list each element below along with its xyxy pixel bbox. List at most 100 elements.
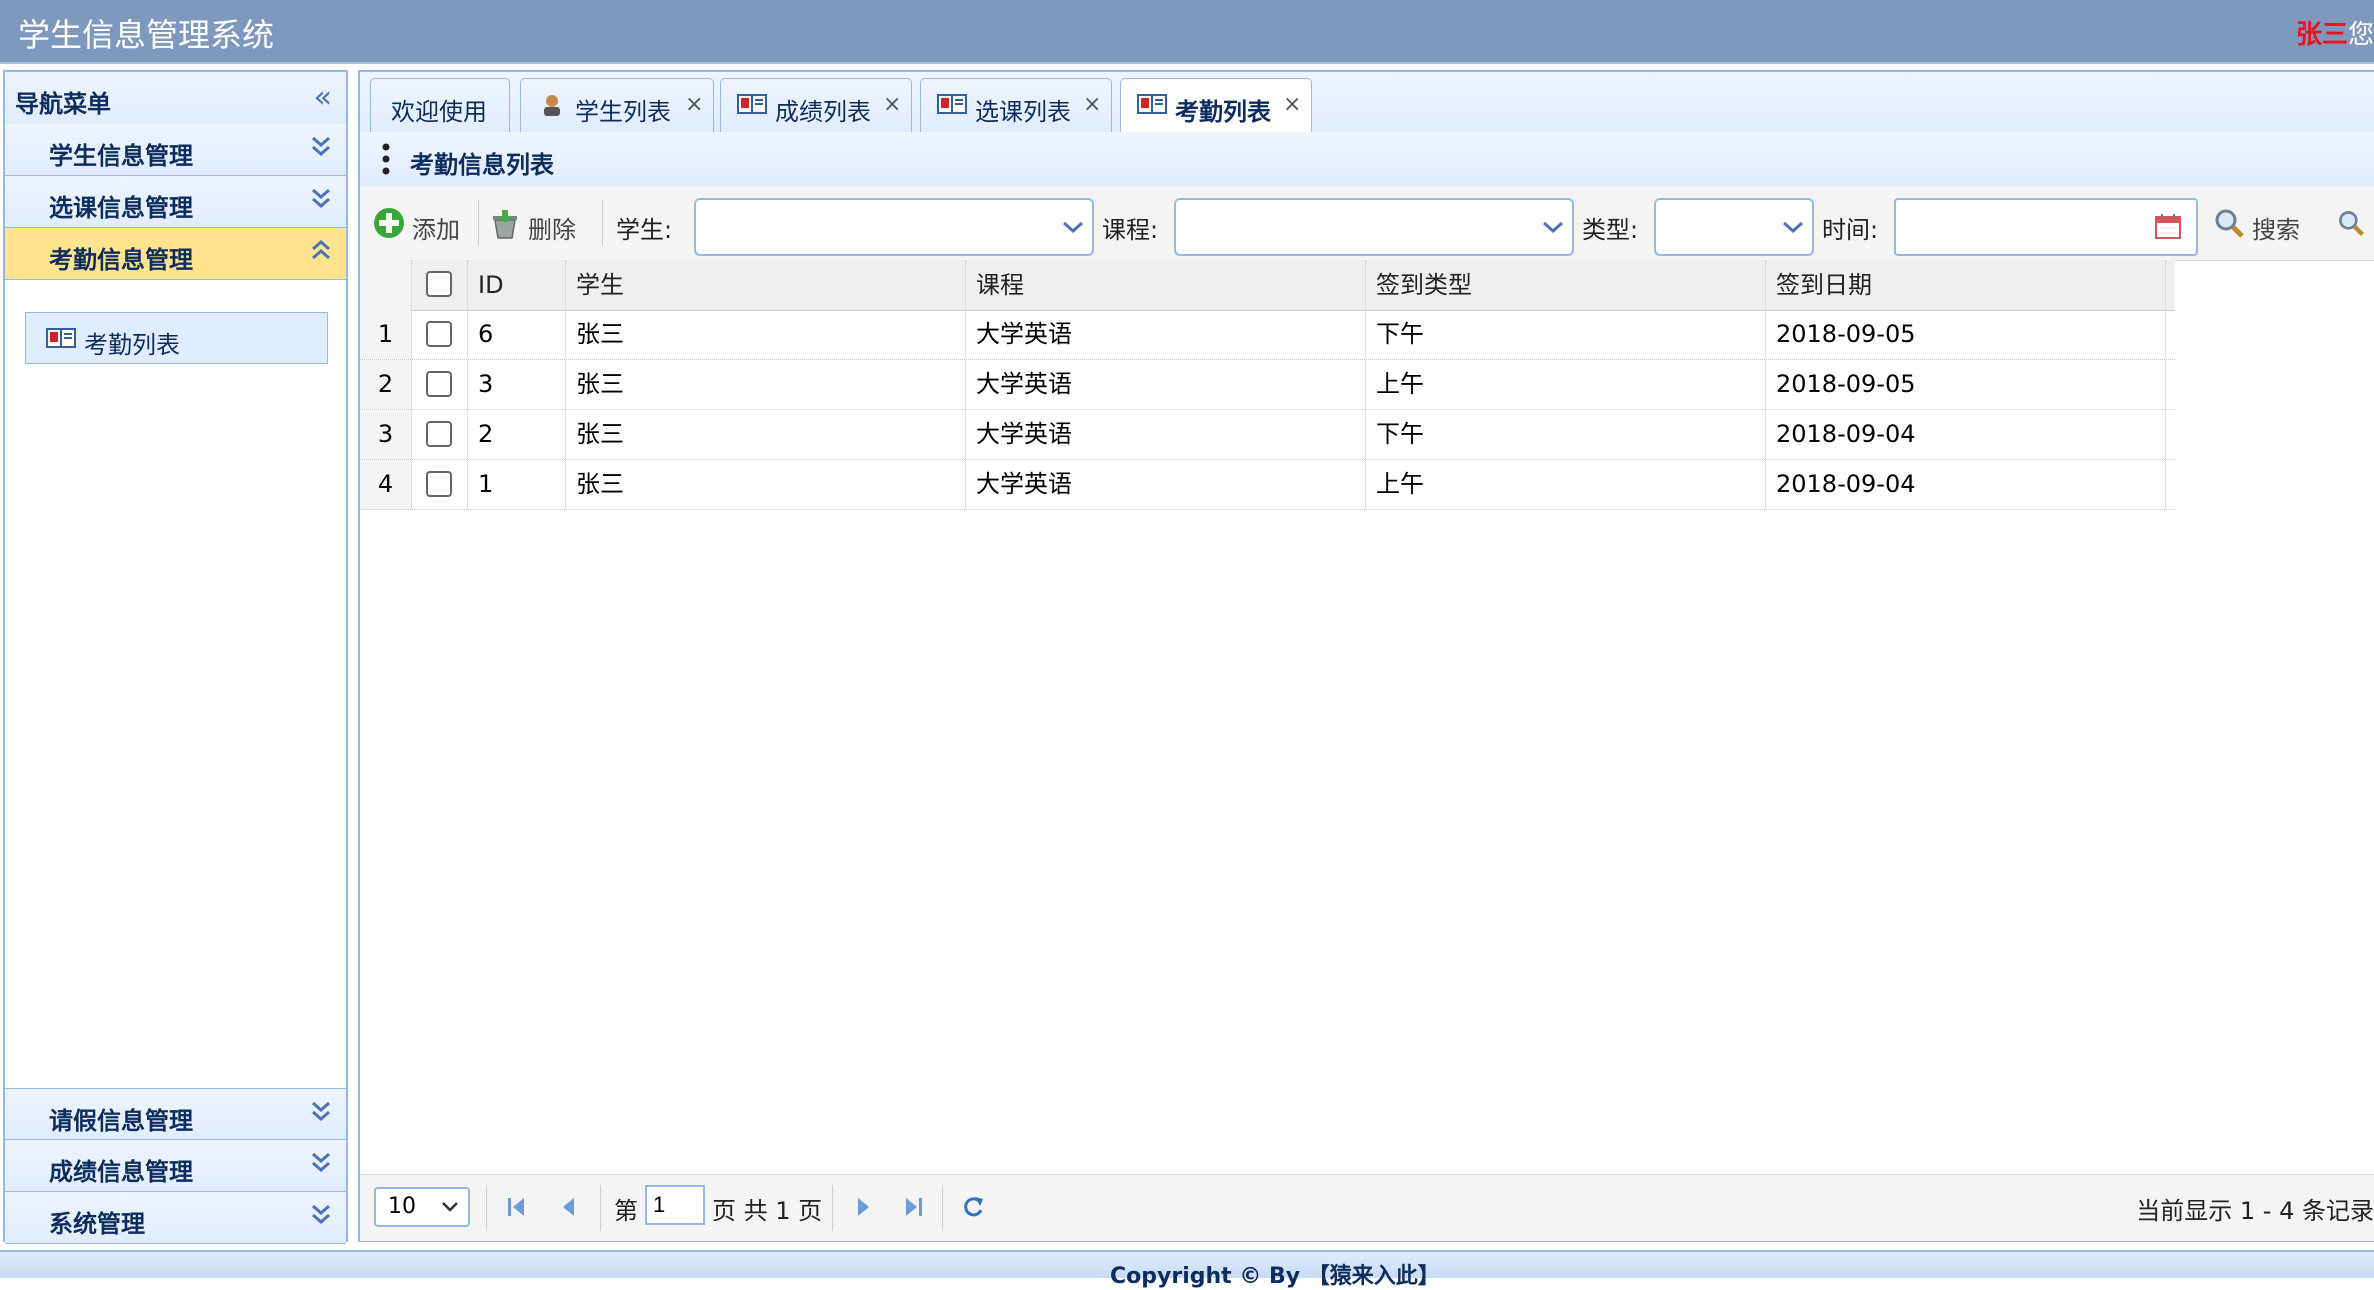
user-icon <box>537 93 567 117</box>
chevron-down-icon[interactable] <box>1780 218 1806 236</box>
column-header-id[interactable]: ID <box>468 260 566 310</box>
prev-page-icon[interactable] <box>556 1193 582 1221</box>
close-icon[interactable]: × <box>1083 92 1101 117</box>
column-header-date[interactable]: 签到日期 <box>1766 260 2166 310</box>
table-row[interactable]: 1 6 张三 大学英语 下午 2018-09-05 <box>360 310 2175 360</box>
tab-label: 选课列表 <box>975 98 1071 126</box>
table-row[interactable]: 4 1 张三 大学英语 上午 2018-09-04 <box>360 460 2175 510</box>
nav-section-course-selection[interactable]: 选课信息管理 <box>5 176 346 228</box>
search-icon <box>2215 209 2244 238</box>
app-header: 学生信息管理系统 张三您 <box>0 0 2374 64</box>
tab-attendance-list[interactable]: 考勤列表 × <box>1120 78 1312 133</box>
nav-section-label: 系统管理 <box>49 1210 145 1238</box>
collapse-sidebar-icon[interactable]: « <box>314 80 332 115</box>
row-select-cell <box>412 410 468 459</box>
cell-type: 上午 <box>1366 460 1766 509</box>
row-checkbox[interactable] <box>426 321 452 347</box>
pager-info: 当前显示 1 - 4 条记录 <box>2136 1197 2374 1225</box>
close-icon[interactable]: × <box>883 92 901 117</box>
nav-section-student[interactable]: 学生信息管理 <box>5 124 346 176</box>
row-number: 4 <box>360 460 412 509</box>
search-button[interactable]: 搜索 <box>2212 206 2312 244</box>
column-header-course[interactable]: 课程 <box>966 260 1366 310</box>
user-name[interactable]: 张三 <box>2296 20 2348 50</box>
expand-icon[interactable] <box>310 134 332 158</box>
nav-section-leave[interactable]: 请假信息管理 <box>5 1088 346 1140</box>
tab-student-list[interactable]: 学生列表 × <box>520 78 714 132</box>
type-filter-label: 类型: <box>1582 216 1639 244</box>
delete-icon <box>493 210 517 239</box>
cell-date: 2018-09-05 <box>1766 360 2166 409</box>
cell-date: 2018-09-04 <box>1766 410 2166 459</box>
cell-id: 1 <box>468 460 566 509</box>
tab-grade-list[interactable]: 成绩列表 × <box>720 78 912 132</box>
toolbar-divider <box>478 200 479 246</box>
user-area: 张三您 <box>2296 14 2374 51</box>
row-number: 1 <box>360 310 412 359</box>
column-header-student[interactable]: 学生 <box>566 260 966 310</box>
close-icon[interactable]: × <box>1283 92 1301 117</box>
row-checkbox[interactable] <box>426 421 452 447</box>
cell-course: 大学英语 <box>966 410 1366 459</box>
chevron-down-icon[interactable] <box>1060 218 1086 236</box>
rownum-header <box>360 260 412 310</box>
type-combobox[interactable] <box>1654 198 1814 256</box>
cell-student: 张三 <box>566 310 966 359</box>
nav-item-attendance-list[interactable]: 考勤列表 <box>25 312 328 364</box>
tab-welcome[interactable]: 欢迎使用 <box>370 78 510 132</box>
user-greeting: 您 <box>2347 20 2374 50</box>
search-icon[interactable] <box>2336 208 2366 238</box>
app-title: 学生信息管理系统 <box>18 16 275 54</box>
first-page-icon[interactable] <box>504 1193 530 1221</box>
cell-student: 张三 <box>566 410 966 459</box>
calendar-icon[interactable] <box>2154 212 2182 240</box>
page-prefix: 第 <box>614 1197 638 1225</box>
date-input[interactable] <box>1894 198 2198 256</box>
add-icon <box>374 208 404 238</box>
delete-button[interactable]: 删除 <box>488 206 588 244</box>
collapse-icon[interactable] <box>310 238 332 262</box>
add-button[interactable]: 添加 <box>372 206 472 244</box>
page-number-input[interactable] <box>645 1185 705 1225</box>
select-all-cell <box>412 260 468 310</box>
nav-section-system[interactable]: 系统管理 <box>5 1192 346 1244</box>
column-header-type[interactable]: 签到类型 <box>1366 260 1766 310</box>
chevron-down-icon[interactable] <box>1540 218 1566 236</box>
row-checkbox[interactable] <box>426 371 452 397</box>
table-row[interactable]: 3 2 张三 大学英语 下午 2018-09-04 <box>360 410 2175 460</box>
last-page-icon[interactable] <box>900 1193 926 1221</box>
footer: Copyright © By 【猿来入此】 <box>0 1250 2374 1289</box>
student-combobox[interactable] <box>694 198 1094 256</box>
page-size-select[interactable]: 10 <box>374 1187 470 1227</box>
row-select-cell <box>412 310 468 359</box>
nav-sidebar: 导航菜单 « 学生信息管理 选课信息管理 考勤信息管理 考勤列表 请假信息管理 … <box>3 70 348 1244</box>
cell-date: 2018-09-05 <box>1766 310 2166 359</box>
tab-label: 欢迎使用 <box>391 98 487 126</box>
grid-header: ID 学生 课程 签到类型 签到日期 <box>360 260 2175 311</box>
expand-icon[interactable] <box>310 1099 332 1123</box>
table-row[interactable]: 2 3 张三 大学英语 上午 2018-09-05 <box>360 360 2175 410</box>
select-all-checkbox[interactable] <box>426 271 452 297</box>
nav-section-label: 学生信息管理 <box>49 142 193 170</box>
nav-section-label: 选课信息管理 <box>49 194 193 222</box>
close-icon[interactable]: × <box>685 92 703 117</box>
cell-date: 2018-09-04 <box>1766 460 2166 509</box>
nav-section-attendance[interactable]: 考勤信息管理 <box>5 228 346 280</box>
chevron-down-icon <box>442 1202 458 1212</box>
expand-icon[interactable] <box>310 1202 332 1226</box>
next-page-icon[interactable] <box>850 1193 876 1221</box>
page-suffix: 页 共 1 页 <box>712 1197 823 1225</box>
row-checkbox[interactable] <box>426 471 452 497</box>
nav-section-grades[interactable]: 成绩信息管理 <box>5 1140 346 1192</box>
course-combobox[interactable] <box>1174 198 1574 256</box>
course-filter-label: 课程: <box>1102 216 1159 244</box>
book-icon <box>46 327 76 349</box>
toolbar-divider <box>602 200 603 246</box>
tab-course-selection-list[interactable]: 选课列表 × <box>920 78 1112 132</box>
refresh-icon[interactable] <box>960 1193 986 1221</box>
expand-icon[interactable] <box>310 186 332 210</box>
book-icon <box>937 93 967 117</box>
tabs-bar: 欢迎使用 学生列表 × 成绩列表 × 选课列表 × 考勤列表 × <box>360 72 2374 133</box>
expand-icon[interactable] <box>310 1150 332 1174</box>
tab-label: 成绩列表 <box>775 98 871 126</box>
